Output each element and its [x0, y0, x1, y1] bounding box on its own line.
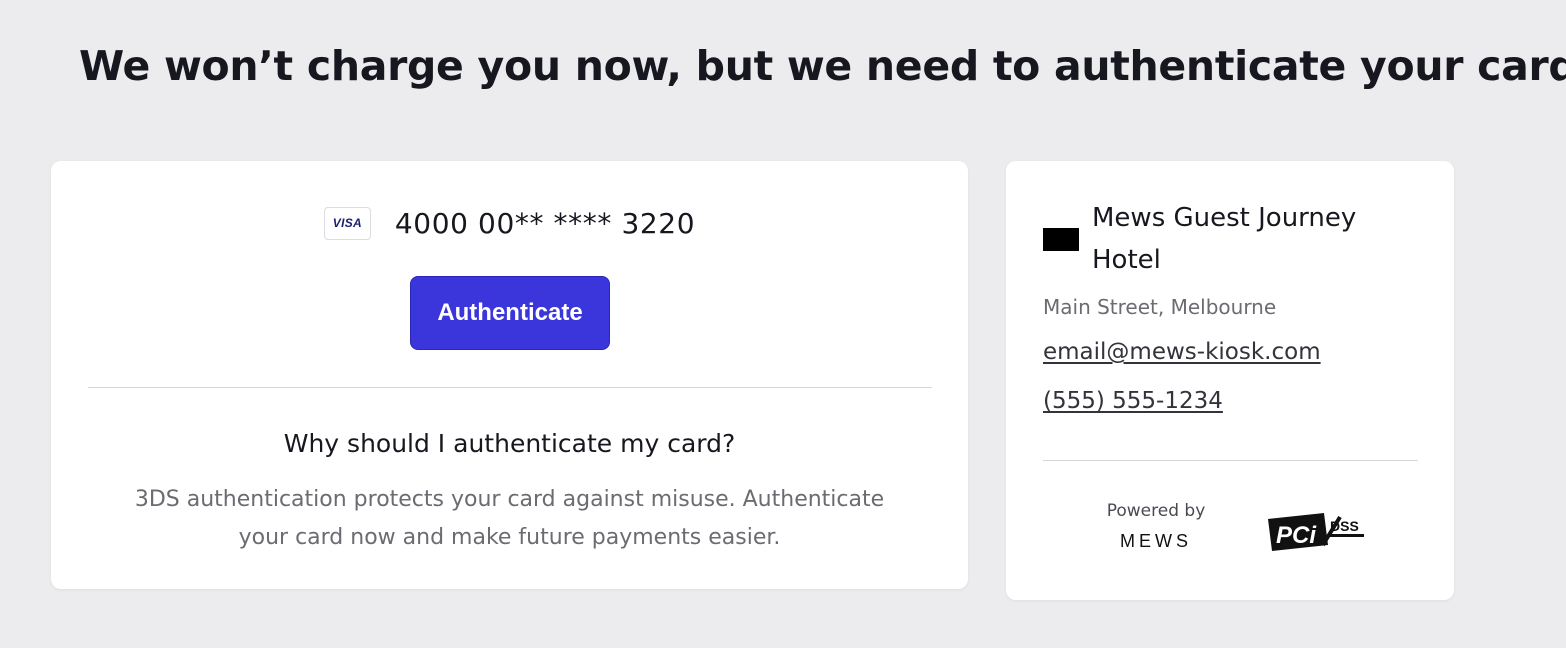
- visa-card-icon: VISA: [323, 206, 371, 240]
- card-info-row: VISA 4000 00** **** 3220: [51, 205, 968, 241]
- page-title: We won’t charge you now, but we need to …: [79, 42, 1566, 90]
- hotel-name: Mews Guest Journey Hotel: [1092, 203, 1357, 275]
- hotel-address: Main Street, Melbourne: [1043, 295, 1277, 319]
- svg-text:PCi: PCi: [1276, 522, 1317, 549]
- hotel-info-panel: Mews Guest Journey Hotel Main Street, Me…: [1006, 161, 1454, 600]
- authenticate-button[interactable]: Authenticate: [410, 276, 610, 350]
- powered-by-label: Powered by: [1106, 501, 1206, 521]
- hotel-email-link[interactable]: email@mews-kiosk.com: [1043, 339, 1321, 365]
- hotel-logo-icon: [1043, 228, 1079, 251]
- divider: [88, 387, 932, 388]
- pci-dss-text: DSS: [1330, 518, 1359, 534]
- why-authenticate-description: 3DS authentication protects your card ag…: [134, 487, 885, 550]
- card-number: 4000 00** **** 3220: [394, 206, 696, 240]
- card-authentication-panel: VISA 4000 00** **** 3220 Authenticate Wh…: [51, 161, 968, 589]
- divider: [1043, 460, 1418, 461]
- why-authenticate-heading: Why should I authenticate my card?: [283, 429, 736, 458]
- powered-by-mews: Powered by MEWS: [1086, 501, 1226, 552]
- pci-dss-compliant-icon: PCi DSS: [1268, 513, 1364, 551]
- mews-logo: MEWS: [1120, 531, 1192, 551]
- hotel-phone-link[interactable]: (555) 555-1234: [1043, 388, 1223, 414]
